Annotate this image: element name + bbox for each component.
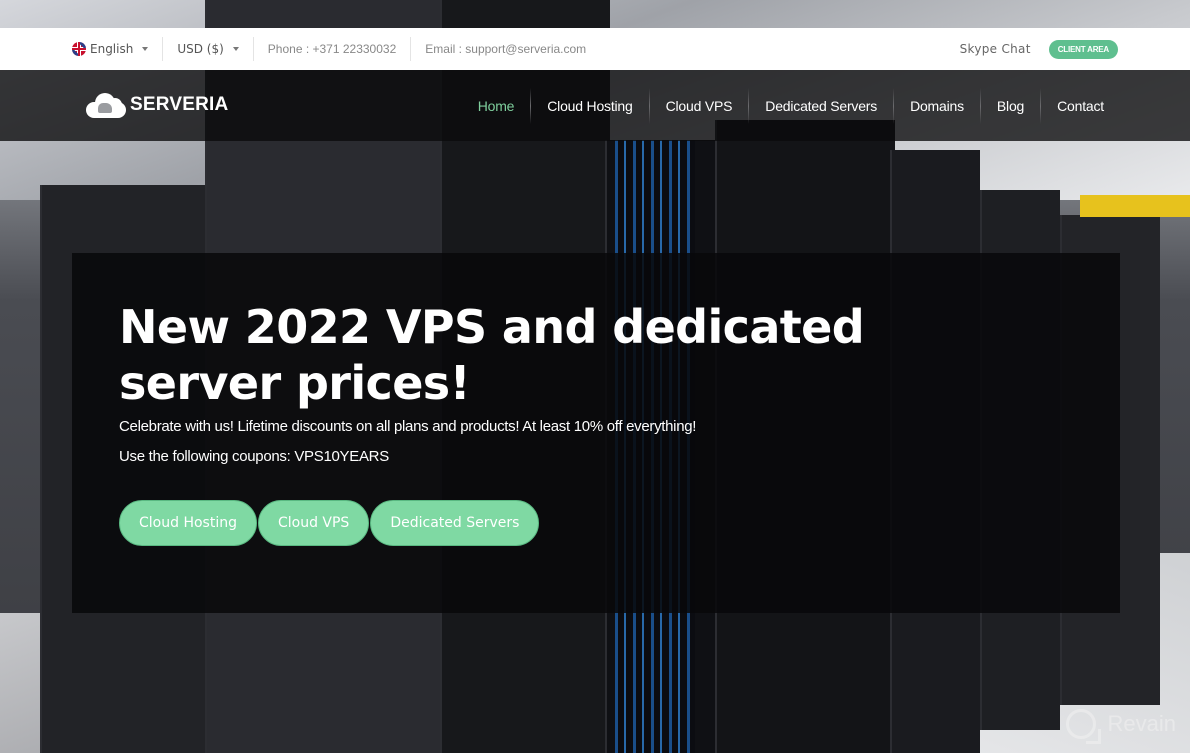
cloud-vps-button[interactable]: Cloud VPS <box>257 500 370 546</box>
hero-coupon-text: Use the following coupons: VPS10YEARS <box>119 448 389 465</box>
nav-item-cloud-hosting[interactable]: Cloud Hosting <box>531 70 648 141</box>
hero-panel: New 2022 VPS and dedicated server prices… <box>72 253 1120 613</box>
nav-item-home[interactable]: Home <box>462 70 531 141</box>
nav-item-dedicated-servers[interactable]: Dedicated Servers <box>749 70 893 141</box>
cloud-hosting-button[interactable]: Cloud Hosting <box>119 500 257 546</box>
nav-menu: Home Cloud Hosting Cloud VPS Dedicated S… <box>462 70 1104 141</box>
top-utility-bar: English USD ($) Phone : +371 22330032 Em… <box>0 28 1190 70</box>
language-label: English <box>90 42 134 56</box>
nav-item-blog[interactable]: Blog <box>981 70 1040 141</box>
watermark-text: Revain <box>1107 711 1176 736</box>
hero-buttons: Cloud Hosting Cloud VPS Dedicated Server… <box>119 500 540 546</box>
nav-item-contact[interactable]: Contact <box>1041 70 1104 141</box>
language-selector[interactable]: English <box>72 28 162 70</box>
cable-tray <box>1080 195 1190 217</box>
cloud-elephant-icon <box>84 90 128 120</box>
chevron-down-icon <box>232 47 239 51</box>
phone-info: Phone : +371 22330032 <box>267 42 397 56</box>
nav-item-cloud-vps[interactable]: Cloud VPS <box>650 70 749 141</box>
nav-item-domains[interactable]: Domains <box>894 70 980 141</box>
email-info[interactable]: Email : support@serveria.com <box>425 42 586 56</box>
uk-flag-icon <box>72 42 86 56</box>
hero-subtitle: Celebrate with us! Lifetime discounts on… <box>119 418 697 435</box>
revain-watermark: Revain <box>1065 709 1176 744</box>
brand-name: SERVERIA <box>130 94 229 115</box>
chevron-down-icon <box>142 47 149 51</box>
revain-logo-icon <box>1065 709 1101 744</box>
logo[interactable]: SERVERIA <box>84 90 228 120</box>
hero-title: New 2022 VPS and dedicated server prices… <box>119 300 865 410</box>
currency-label: USD ($) <box>177 42 224 56</box>
currency-selector[interactable]: USD ($) <box>163 28 252 70</box>
dedicated-servers-button[interactable]: Dedicated Servers <box>370 500 540 546</box>
skype-chat-link[interactable]: Skype Chat <box>960 42 1031 56</box>
client-area-button[interactable]: CLIENT AREA <box>1048 39 1118 59</box>
main-navbar: SERVERIA Home Cloud Hosting Cloud VPS De… <box>0 70 1190 141</box>
